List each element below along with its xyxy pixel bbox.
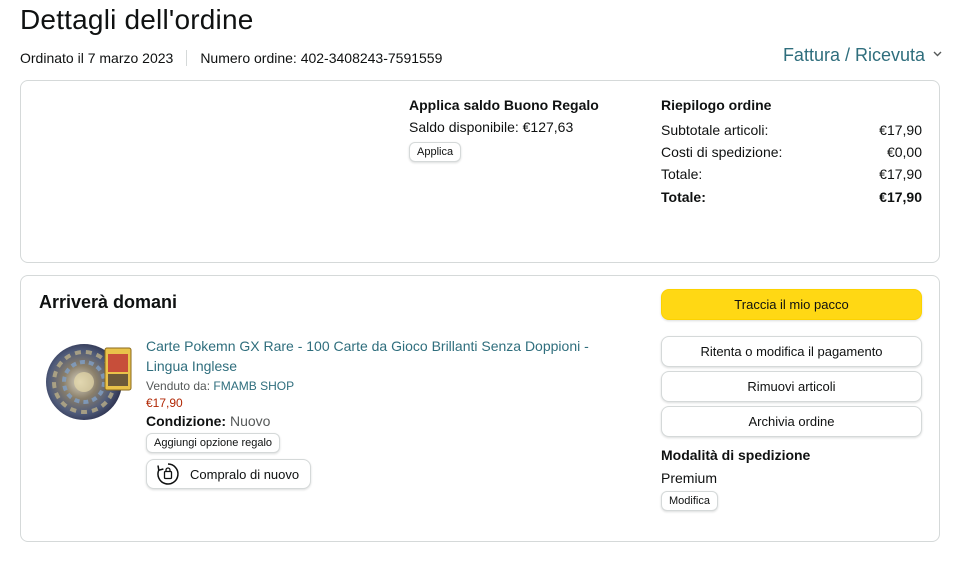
- invoice-label: Fattura / Ricevuta: [782, 45, 925, 65]
- summary-value: €17,90: [879, 166, 922, 182]
- summary-label: Costi di spedizione:: [661, 144, 783, 160]
- summary-value: €17,90: [879, 122, 922, 138]
- shipment-card: Arriverà domani Carte Pokemn GX Rare - 1…: [20, 275, 940, 542]
- shipping-mode-title: Modalità di spedizione: [661, 447, 811, 463]
- summary-row-shipping: Costi di spedizione: €0,00: [661, 141, 922, 163]
- seller-line: Venduto da: FMAMB SHOP: [146, 379, 616, 393]
- buy-again-icon: [157, 463, 179, 485]
- product-image[interactable]: [43, 334, 135, 424]
- buy-again-button[interactable]: Compralo di nuovo: [146, 459, 312, 489]
- product-title-link[interactable]: Carte Pokemn GX Rare - 100 Carte da Gioc…: [146, 336, 616, 376]
- meta-divider: [186, 50, 188, 66]
- invoice-dropdown[interactable]: Fattura / Ricevuta: [783, 45, 942, 66]
- track-package-button[interactable]: Traccia il mio pacco: [661, 289, 922, 320]
- seller-link[interactable]: FMAMB SHOP: [213, 379, 294, 393]
- buy-again-label: Compralo di nuovo: [190, 466, 300, 482]
- summary-row-total: Totale: €17,90: [661, 163, 922, 185]
- remove-items-button[interactable]: Rimuovi articoli: [661, 371, 922, 402]
- add-gift-option-button[interactable]: Aggiungi opzione regalo: [146, 433, 281, 453]
- order-date: Ordinato il 7 marzo 2023: [20, 50, 174, 66]
- gift-card-title: Applica saldo Buono Regalo: [409, 97, 599, 113]
- sold-by-label: Venduto da:: [146, 379, 211, 393]
- product-price: €17,90: [146, 396, 183, 410]
- page-title: Dettagli dell'ordine: [20, 4, 254, 35]
- gift-card-balance: Saldo disponibile: €127,63: [409, 119, 574, 135]
- order-meta: Ordinato il 7 marzo 2023 Numero ordine: …: [20, 50, 442, 66]
- summary-row-subtotal: Subtotale articoli: €17,90: [661, 119, 922, 141]
- summary-row-grand-total: Totale: €17,90: [661, 186, 922, 208]
- shipment-actions: Traccia il mio pacco Ritenta o modifica …: [661, 289, 922, 511]
- summary-label: Totale:: [661, 189, 706, 205]
- edit-shipping-mode-button[interactable]: Modifica: [661, 491, 718, 511]
- shipping-mode-value: Premium: [661, 470, 718, 486]
- product-condition: Condizione: Nuovo: [146, 413, 616, 429]
- gift-card-section: Applica saldo Buono Regalo Saldo disponi…: [409, 97, 629, 162]
- summary-label: Subtotale articoli:: [661, 122, 769, 138]
- product-info: Carte Pokemn GX Rare - 100 Carte da Gioc…: [146, 336, 616, 492]
- order-number: Numero ordine: 402-3408243-7591559: [200, 50, 443, 66]
- order-summary-card: Applica saldo Buono Regalo Saldo disponi…: [20, 80, 940, 263]
- order-summary: Riepilogo ordine Subtotale articoli: €17…: [661, 97, 922, 208]
- summary-value: €0,00: [886, 144, 922, 160]
- delivery-status: Arriverà domani: [39, 292, 178, 312]
- summary-label: Totale:: [661, 166, 703, 182]
- summary-value: €17,90: [879, 189, 922, 205]
- condition-label: Condizione:: [146, 413, 227, 429]
- condition-value: Nuovo: [230, 413, 271, 429]
- chevron-down-icon: [933, 49, 942, 60]
- archive-order-button[interactable]: Archivia ordine: [661, 406, 922, 437]
- apply-gift-card-button[interactable]: Applica: [409, 142, 462, 162]
- order-summary-title: Riepilogo ordine: [661, 97, 772, 113]
- retry-payment-button[interactable]: Ritenta o modifica il pagamento: [661, 336, 922, 367]
